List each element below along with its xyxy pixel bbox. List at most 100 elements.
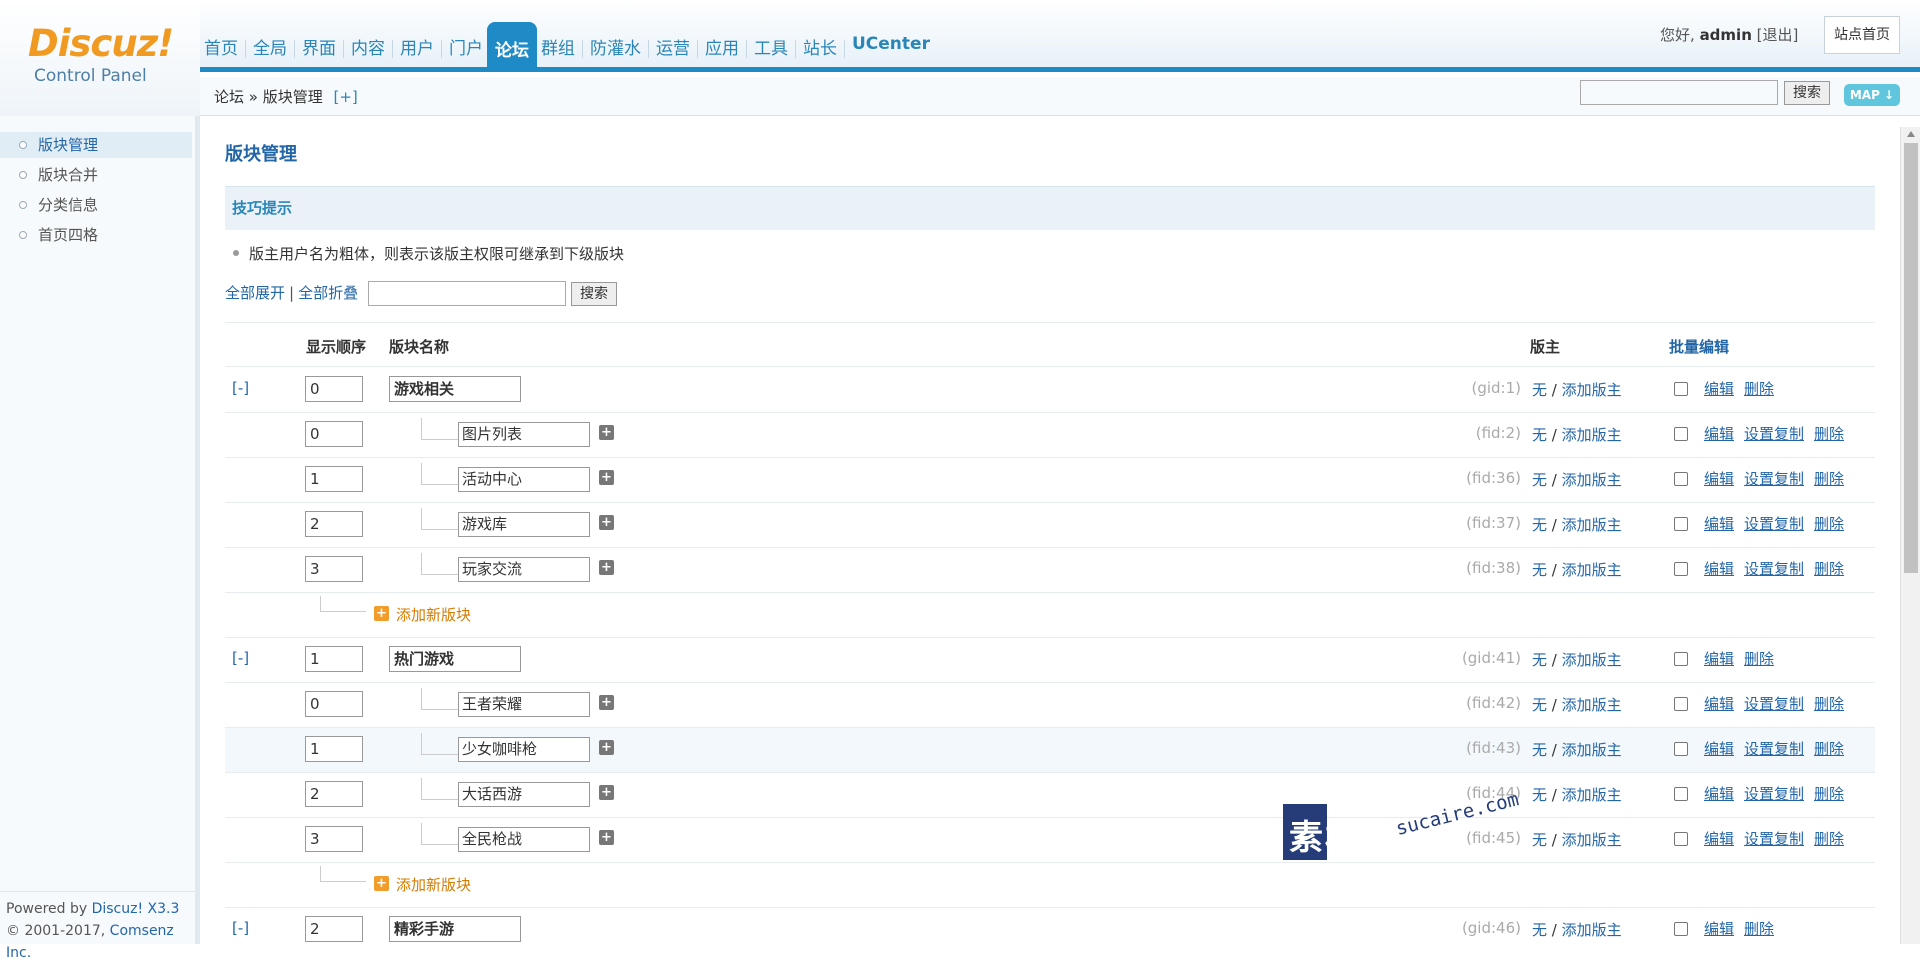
moderator-none[interactable]: 无: [1532, 516, 1547, 534]
nav-group[interactable]: 群组: [537, 22, 579, 72]
forum-name-input[interactable]: 玩家交流: [458, 557, 590, 582]
add-moderator-link[interactable]: 添加版主: [1562, 561, 1622, 579]
delete-link[interactable]: 删除: [1814, 425, 1844, 443]
delete-link[interactable]: 删除: [1814, 785, 1844, 803]
scroll-up-icon[interactable]: [1907, 131, 1915, 137]
batch-checkbox[interactable]: [1674, 787, 1688, 801]
order-input[interactable]: 2: [305, 916, 363, 942]
edit-link[interactable]: 编辑: [1704, 785, 1734, 803]
top-search-button[interactable]: 搜索: [1784, 81, 1830, 105]
order-input[interactable]: 3: [305, 826, 363, 852]
nav-tools[interactable]: 工具: [750, 22, 792, 72]
order-input[interactable]: 3: [305, 556, 363, 582]
map-button[interactable]: MAP ↓: [1844, 84, 1900, 106]
add-moderator-link[interactable]: 添加版主: [1562, 921, 1622, 939]
sidebar-item-forum-merge[interactable]: 版块合并: [0, 162, 192, 188]
add-forum-link[interactable]: 添加新版块: [396, 604, 471, 625]
delete-link[interactable]: 删除: [1744, 650, 1774, 668]
collapse-toggle[interactable]: [-]: [232, 649, 249, 667]
order-input[interactable]: 1: [305, 466, 363, 492]
nav-portal[interactable]: 门户: [445, 22, 487, 72]
edit-link[interactable]: 编辑: [1704, 515, 1734, 533]
sidebar-item-thread-types[interactable]: 分类信息: [0, 192, 192, 218]
top-search-input[interactable]: [1580, 80, 1778, 105]
logout-link[interactable]: [退出]: [1757, 26, 1799, 44]
add-moderator-link[interactable]: 添加版主: [1562, 696, 1622, 714]
edit-link[interactable]: 编辑: [1704, 650, 1734, 668]
forum-search-button[interactable]: 搜索: [571, 282, 617, 306]
add-subforum-icon[interactable]: +: [599, 695, 614, 710]
nav-apps[interactable]: 应用: [701, 22, 743, 72]
delete-link[interactable]: 删除: [1814, 695, 1844, 713]
order-input[interactable]: 0: [305, 691, 363, 717]
add-subforum-icon[interactable]: +: [599, 515, 614, 530]
copy-settings-link[interactable]: 设置复制: [1744, 470, 1804, 488]
edit-link[interactable]: 编辑: [1704, 920, 1734, 938]
expand-all-link[interactable]: 全部展开: [225, 284, 285, 302]
add-moderator-link[interactable]: 添加版主: [1562, 741, 1622, 759]
moderator-none[interactable]: 无: [1532, 921, 1547, 939]
sidebar-item-forum-manage[interactable]: 版块管理: [0, 132, 192, 158]
batch-checkbox[interactable]: [1674, 832, 1688, 846]
batch-checkbox[interactable]: [1674, 922, 1688, 936]
nav-antispam[interactable]: 防灌水: [586, 22, 645, 72]
order-input[interactable]: 1: [305, 646, 363, 672]
nav-ucenter[interactable]: UCenter: [848, 22, 934, 72]
forum-name-input[interactable]: 游戏库: [458, 512, 590, 537]
collapse-all-link[interactable]: 全部折叠: [298, 284, 358, 302]
nav-operation[interactable]: 运营: [652, 22, 694, 72]
copy-settings-link[interactable]: 设置复制: [1744, 695, 1804, 713]
moderator-none[interactable]: 无: [1532, 426, 1547, 444]
plus-icon[interactable]: +: [374, 606, 389, 621]
moderator-none[interactable]: 无: [1532, 471, 1547, 489]
moderator-none[interactable]: 无: [1532, 741, 1547, 759]
add-shortcut-link[interactable]: [+]: [334, 88, 358, 106]
nav-global[interactable]: 全局: [249, 22, 291, 72]
site-home-button[interactable]: 站点首页: [1824, 16, 1900, 54]
nav-user[interactable]: 用户: [396, 22, 438, 72]
header-batch-edit[interactable]: 批量编辑: [1669, 336, 1729, 357]
delete-link[interactable]: 删除: [1744, 920, 1774, 938]
scrollbar-thumb[interactable]: [1904, 143, 1918, 573]
edit-link[interactable]: 编辑: [1704, 830, 1734, 848]
forum-name-input[interactable]: 图片列表: [458, 422, 590, 447]
nav-founder[interactable]: 站长: [799, 22, 841, 72]
batch-checkbox[interactable]: [1674, 562, 1688, 576]
delete-link[interactable]: 删除: [1814, 560, 1844, 578]
forum-name-input[interactable]: 全民枪战: [458, 827, 590, 852]
copy-settings-link[interactable]: 设置复制: [1744, 740, 1804, 758]
powered-product[interactable]: Discuz! X3.3: [92, 901, 180, 917]
add-moderator-link[interactable]: 添加版主: [1562, 651, 1622, 669]
add-forum-link[interactable]: 添加新版块: [396, 874, 471, 895]
moderator-none[interactable]: 无: [1532, 696, 1547, 714]
add-moderator-link[interactable]: 添加版主: [1562, 381, 1622, 399]
forum-name-input[interactable]: 大话西游: [458, 782, 590, 807]
batch-checkbox[interactable]: [1674, 472, 1688, 486]
edit-link[interactable]: 编辑: [1704, 425, 1734, 443]
order-input[interactable]: 1: [305, 736, 363, 762]
scrollbar[interactable]: [1900, 127, 1920, 944]
forum-name-input[interactable]: 活动中心: [458, 467, 590, 492]
collapse-toggle[interactable]: [-]: [232, 379, 249, 397]
delete-link[interactable]: 删除: [1814, 830, 1844, 848]
plus-icon[interactable]: +: [374, 876, 389, 891]
copy-settings-link[interactable]: 设置复制: [1744, 425, 1804, 443]
copy-settings-link[interactable]: 设置复制: [1744, 830, 1804, 848]
batch-checkbox[interactable]: [1674, 517, 1688, 531]
order-input[interactable]: 0: [305, 376, 363, 402]
edit-link[interactable]: 编辑: [1704, 695, 1734, 713]
group-name-input[interactable]: 精彩手游: [389, 916, 521, 942]
order-input[interactable]: 2: [305, 511, 363, 537]
batch-checkbox[interactable]: [1674, 697, 1688, 711]
batch-checkbox[interactable]: [1674, 382, 1688, 396]
moderator-none[interactable]: 无: [1532, 561, 1547, 579]
copy-settings-link[interactable]: 设置复制: [1744, 515, 1804, 533]
edit-link[interactable]: 编辑: [1704, 740, 1734, 758]
order-input[interactable]: 2: [305, 781, 363, 807]
edit-link[interactable]: 编辑: [1704, 470, 1734, 488]
add-subforum-icon[interactable]: +: [599, 560, 614, 575]
group-name-input[interactable]: 游戏相关: [389, 376, 521, 402]
batch-checkbox[interactable]: [1674, 427, 1688, 441]
batch-checkbox[interactable]: [1674, 742, 1688, 756]
add-moderator-link[interactable]: 添加版主: [1562, 831, 1622, 849]
